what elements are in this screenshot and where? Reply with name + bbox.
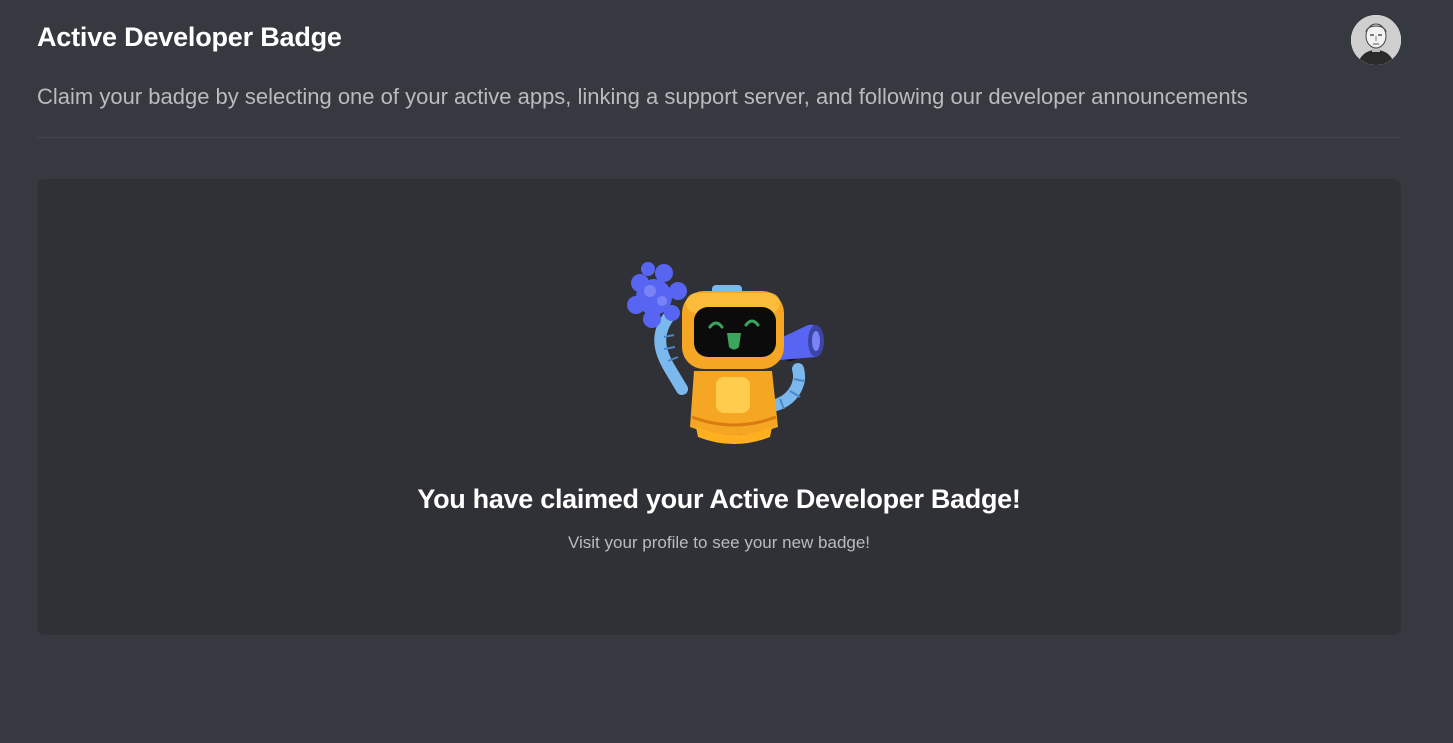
page-subtitle: Claim your badge by selecting one of you… xyxy=(37,84,1248,109)
page-title: Active Developer Badge xyxy=(37,22,342,52)
header-divider xyxy=(37,137,1401,138)
page: Active Developer Badge Claim your badge … xyxy=(0,0,1453,743)
avatar[interactable] xyxy=(1351,15,1401,65)
user-avatar-icon xyxy=(1351,15,1401,65)
cheering-robot-illustration xyxy=(627,262,824,444)
claimed-badge-title: You have claimed your Active Developer B… xyxy=(417,484,1021,514)
badge-status-panel: You have claimed your Active Developer B… xyxy=(37,179,1401,635)
claimed-badge-subtitle: Visit your profile to see your new badge… xyxy=(567,533,871,552)
